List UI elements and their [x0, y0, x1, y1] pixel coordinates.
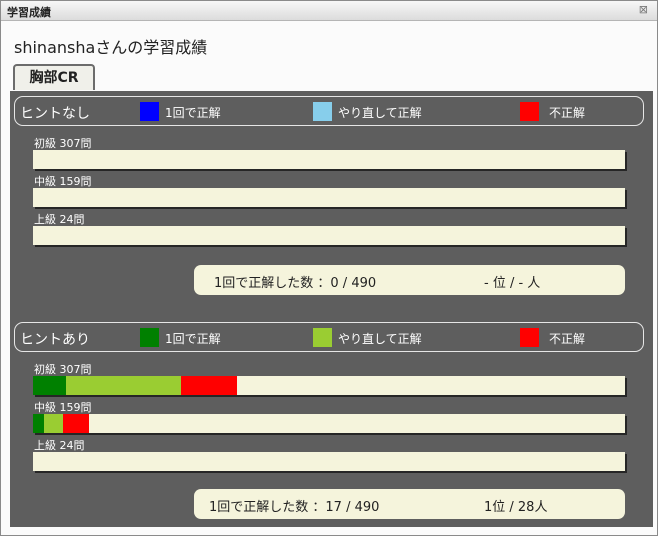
level-label-intermediate: 中級 159問 — [34, 175, 92, 188]
progress-bar-advanced — [33, 452, 625, 471]
segment-wrong — [181, 376, 238, 395]
progress-bar-beginner — [33, 376, 625, 395]
rank-text: 1位 / 28人 — [484, 500, 548, 515]
page-title: shinanshaさんの学習成績 — [14, 38, 208, 57]
segment-first-try — [33, 414, 45, 433]
progress-bar-intermediate — [33, 188, 625, 207]
segment-retry — [65, 376, 182, 395]
legend-swatch-first-try — [140, 328, 159, 347]
legend-swatch-wrong — [520, 102, 539, 121]
legend-swatch-retry — [313, 328, 332, 347]
progress-bar-beginner — [33, 150, 625, 169]
legend-swatch-wrong — [520, 328, 539, 347]
level-label-advanced: 上級 24問 — [34, 213, 85, 226]
tab-chest-cr[interactable]: 胸部CR — [13, 64, 95, 90]
stats-box-no-hint: 1回で正解した数 ：0 / 490 - 位 / - 人 — [194, 265, 625, 295]
progress-bar-advanced — [33, 226, 625, 245]
legend-label-retry: やり直して正解 — [338, 332, 422, 346]
section-label-no-hint: ヒントなし — [20, 106, 90, 122]
legend-label-wrong: 不正解 — [549, 106, 586, 120]
first-try-count: 1回で正解した数 ：17 / 490 — [209, 500, 380, 515]
legend-label-wrong: 不正解 — [549, 332, 586, 346]
results-panel: ヒントなし 1回で正解 やり直して正解 不正解 初級 307問 中級 159問 … — [10, 91, 653, 527]
section-label-with-hint: ヒントあり — [20, 332, 90, 348]
stats-box-with-hint: 1回で正解した数 ：17 / 490 1位 / 28人 — [194, 489, 625, 519]
legend-swatch-retry — [313, 102, 332, 121]
close-icon[interactable]: ⊠ — [639, 3, 648, 16]
progress-bar-intermediate — [33, 414, 625, 433]
level-label-intermediate: 中級 159問 — [34, 401, 92, 414]
level-label-beginner: 初級 307問 — [34, 137, 92, 150]
rank-text: - 位 / - 人 — [484, 276, 541, 291]
legend-swatch-first-try — [140, 102, 159, 121]
legend-label-first-try: 1回で正解 — [165, 332, 221, 346]
legend-label-first-try: 1回で正解 — [165, 106, 221, 120]
segment-retry — [44, 414, 63, 433]
legend-no-hint: ヒントなし 1回で正解 やり直して正解 不正解 — [14, 96, 644, 126]
results-window: 学習成績 ⊠ shinanshaさんの学習成績 胸部CR ヒントなし 1回で正解… — [0, 0, 658, 536]
legend-with-hint: ヒントあり 1回で正解 やり直して正解 不正解 — [14, 322, 644, 352]
level-label-advanced: 上級 24問 — [34, 439, 85, 452]
segment-wrong — [62, 414, 89, 433]
segment-first-try — [33, 376, 66, 395]
legend-label-retry: やり直して正解 — [338, 106, 422, 120]
title-bar: 学習成績 ⊠ — [1, 1, 657, 21]
level-label-beginner: 初級 307問 — [34, 363, 92, 376]
first-try-count: 1回で正解した数 ：0 / 490 — [214, 276, 377, 291]
window-title: 学習成績 — [7, 6, 51, 19]
